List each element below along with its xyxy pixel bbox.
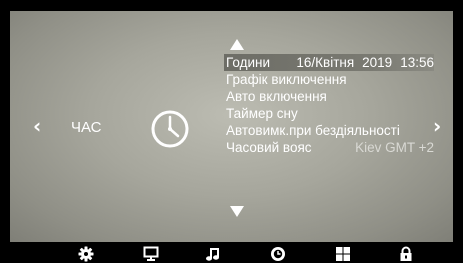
timezone-value: Kiev GMT +2 [355,140,434,155]
time-settings-menu: Години 16/Квітня 2019 13:56 Графік виключе… [224,54,434,156]
clock-time: 13:56 [400,55,434,70]
menu-item-sleep-timer[interactable]: Таймер сну [224,105,434,122]
clock-icon [151,110,189,148]
grid-icon[interactable] [335,246,351,262]
clock-icon[interactable] [270,246,286,262]
menu-item-label: Графік виключення [226,72,347,87]
menu-item-label: Автовимк.при бездіяльності [226,123,400,138]
clock-value: 16/Квітня 2019 13:56 [288,54,434,71]
clock-year: 2019 [362,55,393,70]
menu-item-auto-on[interactable]: Авто включення [224,88,434,105]
menu-item-clock[interactable]: Години 16/Квітня 2019 13:56 [224,54,434,71]
lock-icon[interactable] [398,246,414,262]
menu-item-label: Часовий вояс [226,140,312,155]
scroll-down-arrow[interactable] [230,206,244,217]
music-note-icon[interactable] [205,246,221,262]
scroll-up-arrow[interactable] [230,39,244,50]
menu-item-timezone[interactable]: Часовий вояс Kiev GMT +2 [224,139,434,156]
monitor-icon[interactable] [143,246,159,262]
menu-item-label: Таймер сну [226,106,298,121]
clock-date: 16/Квітня [296,55,355,70]
menu-item-label: Години [226,55,271,70]
section-title: ЧАС [71,119,102,136]
previous-category-arrow[interactable]: ‹ [33,116,41,136]
menu-item-off-schedule[interactable]: Графік виключення [224,71,434,88]
gear-icon[interactable] [78,246,94,262]
menu-item-auto-off-idle[interactable]: Автовимк.при бездіяльності [224,122,434,139]
menu-item-label: Авто включення [226,89,327,104]
settings-category-bar [0,243,463,263]
next-category-arrow[interactable]: › [433,116,441,136]
